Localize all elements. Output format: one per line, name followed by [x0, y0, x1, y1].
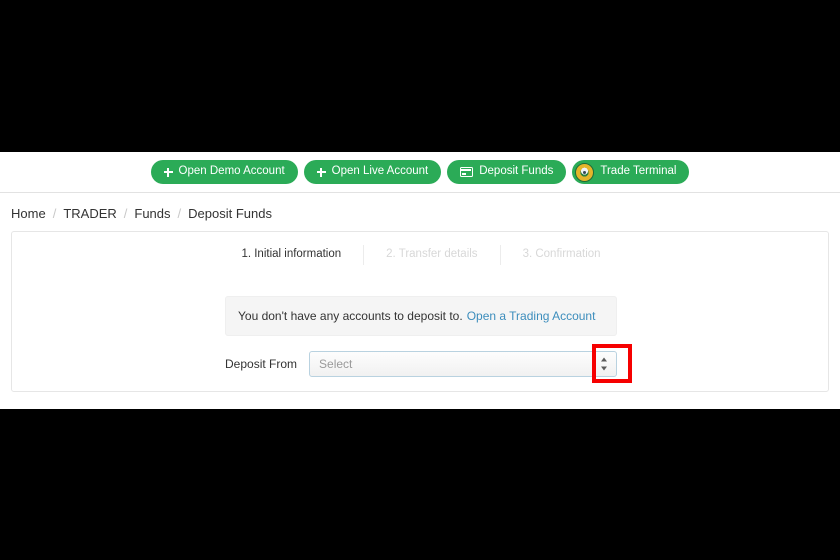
action-bar-buttons: Open Demo Account Open Live Account Depo… [0, 160, 840, 184]
open-trading-account-link[interactable]: Open a Trading Account [467, 309, 596, 323]
deposit-from-row: Deposit From Select [225, 351, 617, 377]
step-initial-information[interactable]: 1. Initial information [219, 245, 363, 265]
broker-logo-icon [575, 162, 595, 182]
action-bar: Open Demo Account Open Live Account Depo… [0, 152, 840, 193]
plus-icon [163, 167, 173, 177]
chevron-down-icon [600, 366, 607, 371]
plus-icon [316, 167, 326, 177]
deposit-funds-label: Deposit Funds [479, 165, 554, 178]
open-demo-account-button[interactable]: Open Demo Account [150, 160, 298, 184]
breadcrumb-item-home[interactable]: Home [11, 206, 46, 221]
deposit-funds-button[interactable]: Deposit Funds [447, 160, 567, 184]
credit-card-icon [460, 167, 474, 177]
trade-terminal-button[interactable]: Trade Terminal [572, 160, 690, 184]
no-accounts-alert: You don't have any accounts to deposit t… [225, 296, 617, 336]
step-transfer-details[interactable]: 2. Transfer details [363, 245, 499, 265]
breadcrumb-separator: / [52, 205, 57, 221]
deposit-from-label: Deposit From [225, 357, 298, 371]
chevron-up-icon [600, 357, 607, 362]
no-accounts-alert-message: You don't have any accounts to deposit t… [238, 309, 463, 323]
page-viewport: Open Demo Account Open Live Account Depo… [0, 152, 840, 409]
open-live-account-button[interactable]: Open Live Account [303, 160, 442, 184]
deposit-funds-card: 1. Initial information 2. Transfer detai… [11, 231, 829, 392]
step-indicator: 1. Initial information 2. Transfer detai… [12, 245, 830, 265]
deposit-from-select[interactable]: Select [309, 351, 617, 377]
step-confirmation[interactable]: 3. Confirmation [499, 245, 623, 265]
breadcrumb-separator: / [123, 205, 128, 221]
open-demo-account-label: Open Demo Account [178, 165, 285, 178]
breadcrumb: Home / TRADER / Funds / Deposit Funds [11, 202, 272, 224]
breadcrumb-item-funds[interactable]: Funds [134, 206, 170, 221]
open-live-account-label: Open Live Account [331, 165, 429, 178]
breadcrumb-item-trader[interactable]: TRADER [63, 206, 116, 221]
deposit-from-select-value: Select [319, 357, 353, 371]
chevron-updown-icon[interactable] [600, 357, 607, 371]
breadcrumb-item-deposit-funds: Deposit Funds [188, 205, 272, 221]
trade-terminal-label: Trade Terminal [600, 165, 677, 178]
breadcrumb-separator: / [177, 205, 182, 221]
